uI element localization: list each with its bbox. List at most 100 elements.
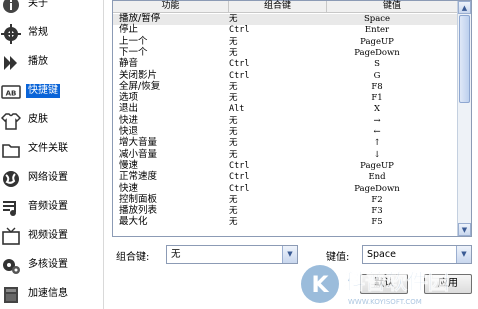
vertical-scrollbar[interactable]: ▲ ▼ xyxy=(457,1,471,236)
table-row[interactable]: 下一个 无 PageDown xyxy=(113,46,457,59)
cell-combo-key: Ctrl xyxy=(229,160,250,171)
header-key-value[interactable]: 键值 xyxy=(327,1,457,13)
cell-combo-key: 无 xyxy=(229,36,238,47)
table-row[interactable]: 减小音量 无 ↓ xyxy=(113,148,457,161)
sidebar-item-11[interactable]: 加速信息 xyxy=(0,282,104,308)
sidebar-item-8[interactable]: 音频设置 xyxy=(0,195,104,221)
cell-function: 正常速度 xyxy=(119,171,158,183)
table-row[interactable]: 最大化 无 F5 xyxy=(113,217,457,228)
table-row[interactable]: 快速 Ctrl PageDown xyxy=(113,182,457,195)
list-header: 功能 组合键 键值 xyxy=(113,1,457,13)
cell-function: 快速 xyxy=(119,182,139,194)
cell-function: 上一个 xyxy=(119,35,148,47)
cell-function: 慢速 xyxy=(119,159,139,171)
multicore-icon xyxy=(3,259,20,274)
sidebar-item-9[interactable]: 视频设置 xyxy=(0,224,104,250)
cell-key-value: ↑ xyxy=(373,138,381,149)
cell-key-value: Space xyxy=(363,14,391,24)
scroll-thumb[interactable] xyxy=(459,15,470,103)
cell-function: 停止 xyxy=(119,24,139,36)
settings-sidebar: 关于常规播放 AB 快捷键皮肤文件关联网络设置音频设置视频设置多核设置加速信息 xyxy=(0,0,104,309)
cell-key-value: PageDown xyxy=(354,183,400,194)
cell-combo-key: 无 xyxy=(229,93,238,104)
cell-function: 减小音量 xyxy=(119,148,158,160)
cell-combo-key: 无 xyxy=(229,81,238,92)
cell-function: 最大化 xyxy=(119,216,148,228)
scroll-up-button[interactable]: ▲ xyxy=(458,1,471,14)
cell-key-value: X xyxy=(373,104,381,115)
cell-combo-key: 无 xyxy=(229,194,238,205)
folder-icon xyxy=(2,144,20,158)
cell-combo-key: Ctrl xyxy=(229,172,250,183)
table-row[interactable]: 静音 Ctrl S xyxy=(113,59,457,70)
sidebar-item-4[interactable]: AB 快捷键 xyxy=(0,79,104,105)
cell-key-value: ← xyxy=(373,127,381,137)
table-row[interactable]: 全屏/恢复 无 F8 xyxy=(113,80,457,93)
sidebar-item-3[interactable]: 播放 xyxy=(0,50,104,76)
cell-function: 控制面板 xyxy=(119,193,158,205)
combo-key-select[interactable]: 无 ▼ xyxy=(166,245,298,264)
table-row[interactable]: 关闭影片 Ctrl G xyxy=(113,69,457,82)
cell-key-value: Enter xyxy=(364,25,390,36)
globe-icon xyxy=(3,171,19,187)
scroll-down-button[interactable]: ▼ xyxy=(458,223,471,236)
table-row[interactable]: 正常速度 Ctrl End xyxy=(113,172,457,183)
cell-key-value: PageUP xyxy=(360,36,394,47)
header-combo-key[interactable]: 组合键 xyxy=(229,1,327,13)
sidebar-item-label: 多核设置 xyxy=(28,259,68,270)
sidebar-item-10[interactable]: 多核设置 xyxy=(0,253,104,279)
cell-key-value: F2 xyxy=(371,194,383,205)
keyboard-icon: AB xyxy=(1,85,21,99)
cell-combo-key: 无 xyxy=(229,127,238,137)
sidebar-item-2[interactable]: 常规 xyxy=(0,21,104,47)
sidebar-item-6[interactable]: 文件关联 xyxy=(0,137,104,163)
table-row[interactable]: 播放/暂停 无 Space xyxy=(113,13,457,25)
cell-combo-key: 无 xyxy=(229,115,238,126)
sidebar-item-label: 文件关联 xyxy=(28,143,68,154)
table-row[interactable]: 停止 Ctrl Enter xyxy=(113,25,457,36)
cell-key-value: End xyxy=(368,172,386,183)
table-row[interactable]: 选项无 F1 xyxy=(113,93,457,104)
cell-key-value: → xyxy=(373,115,381,126)
cell-function: 播放/暂停 xyxy=(119,13,161,24)
gear-icon xyxy=(1,24,21,44)
cell-key-value: F3 xyxy=(371,206,383,217)
cell-function: 关闭影片 xyxy=(119,69,158,81)
table-row[interactable]: 控制面板 无 F2 xyxy=(113,193,457,206)
cell-combo-key: 无 xyxy=(229,206,238,217)
cell-combo-key: 无 xyxy=(229,47,238,58)
shortcut-list: 功能 组合键 键值 播放/暂停无 Space 停止 Ctrl Enter 上一个无 Page… xyxy=(112,0,472,237)
sidebar-item-label: 音频设置 xyxy=(28,201,68,212)
table-row[interactable]: 慢速 Ctrl PageUP xyxy=(113,159,457,172)
sidebar-item-label: 网络设置 xyxy=(28,172,68,183)
cell-combo-key: 无 xyxy=(229,14,238,24)
table-row[interactable]: 播放列表无 F3 xyxy=(113,206,457,217)
cell-function: 快退 xyxy=(119,126,139,137)
play-icon xyxy=(4,56,17,70)
sidebar-item-label: 视频设置 xyxy=(28,230,68,241)
cell-function: 全屏/恢复 xyxy=(119,80,161,92)
watermark-logo: K 科普软件园 WWW.KOYISOFT.COM xyxy=(301,265,449,306)
header-function[interactable]: 功能 xyxy=(113,1,229,13)
chevron-down-icon[interactable]: ▼ xyxy=(282,246,297,263)
cell-combo-key: 无 xyxy=(229,217,238,228)
cell-function: 快进 xyxy=(119,114,139,126)
cell-key-value: F1 xyxy=(371,93,383,104)
chevron-up-icon: ▲ xyxy=(461,3,468,12)
table-row[interactable]: 退出 Alt X xyxy=(113,104,457,115)
cell-combo-key: 无 xyxy=(229,138,238,149)
cell-combo-key: Ctrl xyxy=(229,25,250,36)
combo-key-value: 无 xyxy=(171,249,181,260)
table-row[interactable]: 快退 无 ← xyxy=(113,126,457,138)
sidebar-item-7[interactable]: 网络设置 xyxy=(0,166,104,192)
cell-combo-key: Ctrl xyxy=(229,183,250,194)
table-row[interactable]: 增大音量 无 ↑ xyxy=(113,138,457,149)
table-row[interactable]: 快进 无 → xyxy=(113,114,457,127)
cell-key-value: ↓ xyxy=(373,149,381,160)
cell-function: 下一个 xyxy=(119,46,148,58)
table-row[interactable]: 上一个 无 PageUP xyxy=(113,35,457,48)
sidebar-item-1[interactable]: 关于 xyxy=(0,0,104,18)
watermark-letter: K xyxy=(311,273,329,298)
sidebar-item-label: 播放 xyxy=(28,56,48,67)
sidebar-item-5[interactable]: 皮肤 xyxy=(0,108,104,134)
